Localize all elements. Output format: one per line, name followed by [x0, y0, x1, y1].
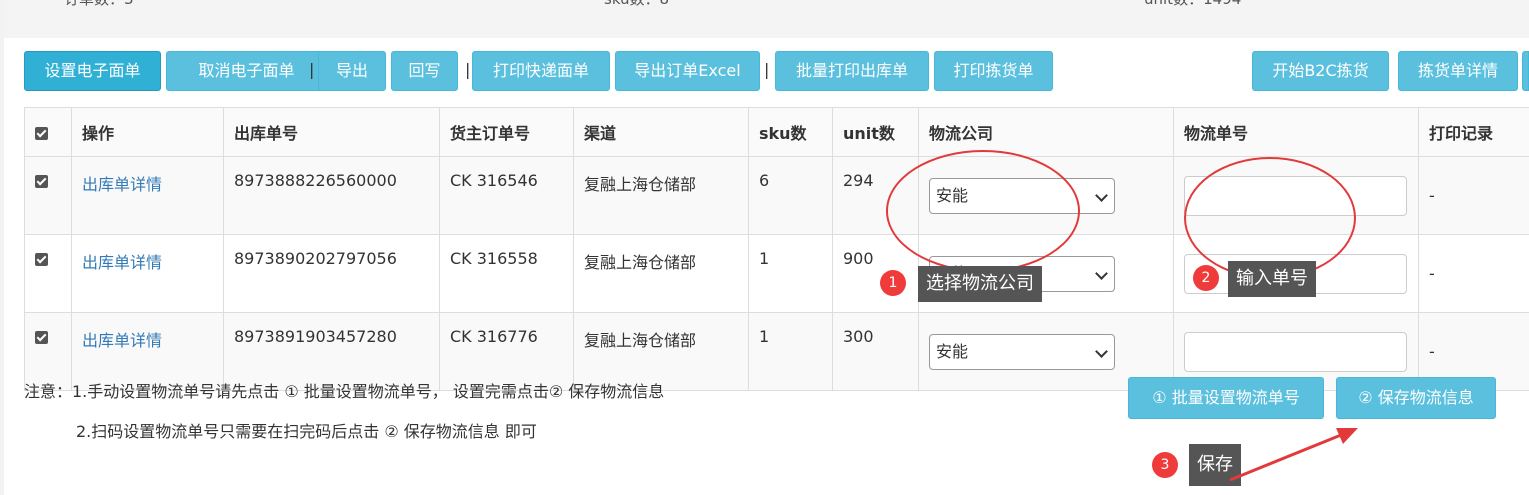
arrow-line: [1229, 431, 1347, 482]
annotation-arrow: [1229, 428, 1358, 482]
